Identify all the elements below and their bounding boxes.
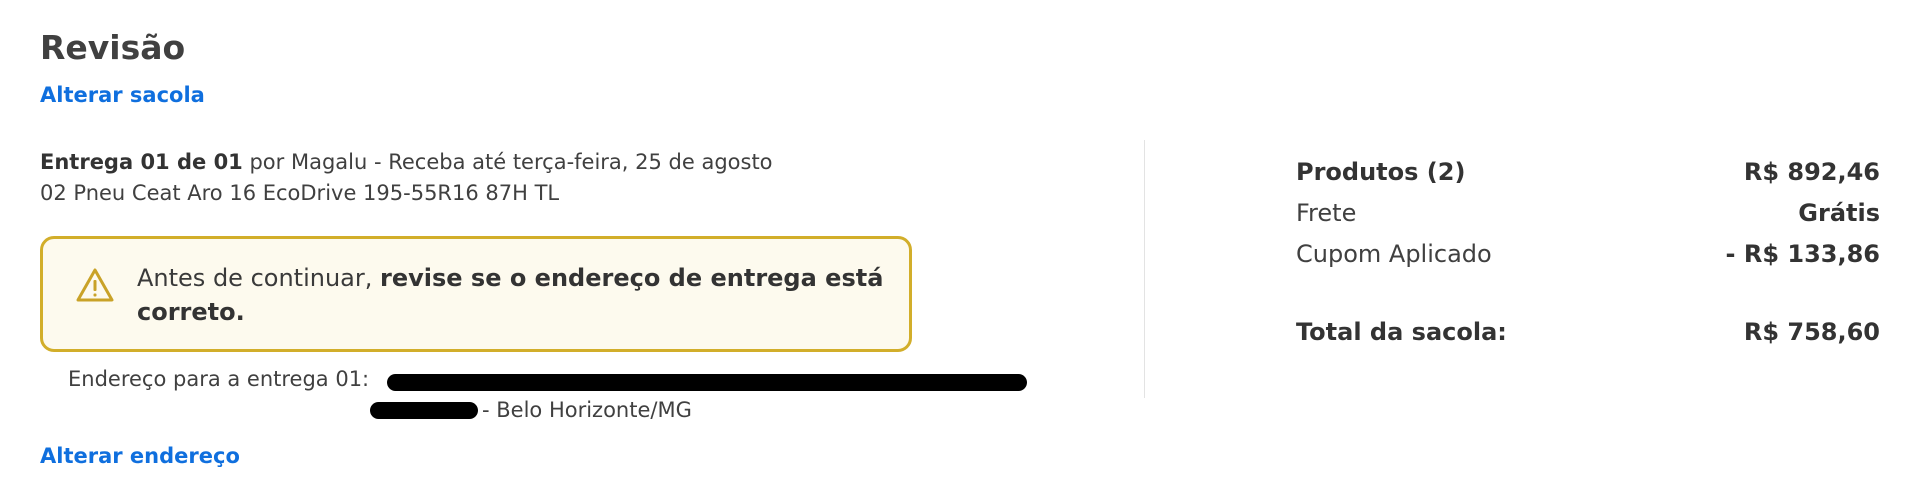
- coupon-value: - R$ 133,86: [1725, 240, 1880, 268]
- page-title: Revisão: [40, 28, 186, 67]
- total-label: Total da sacola:: [1296, 318, 1507, 346]
- warning-icon: [75, 267, 115, 303]
- change-bag-link[interactable]: Alterar sacola: [40, 83, 205, 107]
- delivery-address-city: - Belo Horizonte/MG: [370, 398, 692, 422]
- total-value: R$ 758,60: [1743, 318, 1880, 346]
- products-value: R$ 892,46: [1743, 158, 1880, 186]
- alert-message: Antes de continuar, revise se o endereço…: [137, 261, 897, 329]
- redacted-address-line: [387, 374, 1027, 391]
- address-warning-alert: Antes de continuar, revise se o endereço…: [40, 236, 912, 352]
- delivery-label: Entrega 01 de 01: [40, 150, 243, 174]
- delivery-info: Entrega 01 de 01 por Magalu - Receba até…: [40, 147, 773, 209]
- product-line: 02 Pneu Ceat Aro 16 EcoDrive 195-55R16 8…: [40, 181, 560, 205]
- shipping-value: Grátis: [1798, 199, 1880, 227]
- coupon-label: Cupom Aplicado: [1296, 240, 1492, 268]
- products-label: Produtos (2): [1296, 158, 1466, 186]
- delivery-address-label: Endereço para a entrega 01:: [68, 367, 370, 391]
- shipping-label: Frete: [1296, 199, 1357, 227]
- delivery-text: por Magalu - Receba até terça-feira, 25 …: [242, 150, 773, 174]
- column-divider: [1144, 140, 1145, 398]
- change-address-link[interactable]: Alterar endereço: [40, 444, 240, 468]
- delivery-line: Entrega 01 de 01 por Magalu - Receba até…: [40, 147, 773, 178]
- alert-text-prefix: Antes de continuar,: [137, 264, 380, 292]
- address-city-text: - Belo Horizonte/MG: [482, 398, 692, 422]
